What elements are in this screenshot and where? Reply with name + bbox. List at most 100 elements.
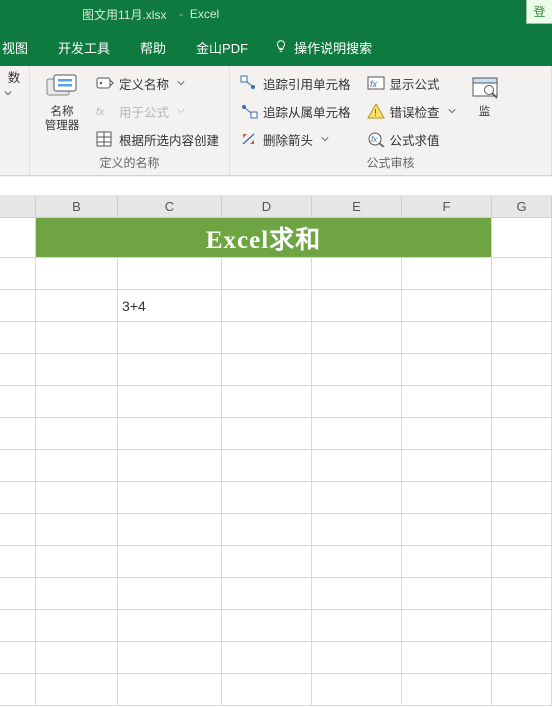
chevron-down-icon[interactable]: [176, 78, 186, 88]
trace-precedents-button[interactable]: 追踪引用单元格: [236, 70, 355, 96]
cell[interactable]: [222, 450, 312, 482]
cell[interactable]: [118, 354, 222, 386]
cell[interactable]: [222, 578, 312, 610]
watch-window-button[interactable]: 监: [469, 70, 501, 152]
column-header-C[interactable]: C: [118, 196, 222, 218]
cell[interactable]: [222, 610, 312, 642]
cell[interactable]: [222, 354, 312, 386]
column-header-D[interactable]: D: [222, 196, 312, 218]
cell[interactable]: [312, 354, 402, 386]
cell[interactable]: [0, 218, 36, 258]
tell-me-search[interactable]: 操作说明搜索: [274, 38, 372, 57]
cell[interactable]: [0, 610, 36, 642]
cell[interactable]: [222, 258, 312, 290]
cell[interactable]: [492, 418, 552, 450]
cell[interactable]: [312, 610, 402, 642]
cell[interactable]: [222, 386, 312, 418]
show-formulas-button[interactable]: fx 显示公式: [363, 70, 461, 96]
cell[interactable]: [36, 450, 118, 482]
cell[interactable]: [492, 258, 552, 290]
cell[interactable]: [118, 514, 222, 546]
cell[interactable]: [492, 482, 552, 514]
cell[interactable]: [118, 642, 222, 674]
cell[interactable]: [0, 290, 36, 322]
cell[interactable]: [312, 674, 402, 706]
cell[interactable]: [36, 258, 118, 290]
cell[interactable]: [222, 482, 312, 514]
cell[interactable]: [402, 546, 492, 578]
cell[interactable]: [0, 354, 36, 386]
remove-arrows-button[interactable]: 删除箭头: [236, 126, 355, 152]
cell[interactable]: [222, 642, 312, 674]
define-name-button[interactable]: 定义名称: [92, 70, 223, 96]
signin-badge[interactable]: 登: [526, 0, 552, 24]
tab-developer[interactable]: 开发工具: [54, 30, 114, 65]
cell[interactable]: [222, 290, 312, 322]
cell[interactable]: [312, 258, 402, 290]
cell[interactable]: [402, 354, 492, 386]
cell[interactable]: [402, 482, 492, 514]
chevron-down-icon[interactable]: [3, 88, 13, 98]
column-header-B[interactable]: B: [36, 196, 118, 218]
cell[interactable]: [36, 322, 118, 354]
cell[interactable]: [312, 482, 402, 514]
cell[interactable]: [118, 418, 222, 450]
cell[interactable]: [118, 610, 222, 642]
cell[interactable]: [36, 354, 118, 386]
name-manager-button[interactable]: 名称 管理器: [36, 70, 88, 152]
cell[interactable]: [0, 578, 36, 610]
tab-help[interactable]: 帮助: [136, 30, 170, 65]
cell[interactable]: [0, 482, 36, 514]
cell[interactable]: [36, 610, 118, 642]
cell[interactable]: [118, 674, 222, 706]
cell[interactable]: [492, 578, 552, 610]
cell[interactable]: [0, 514, 36, 546]
cell[interactable]: [492, 322, 552, 354]
cell[interactable]: [492, 450, 552, 482]
cell[interactable]: [402, 450, 492, 482]
cell[interactable]: [0, 418, 36, 450]
column-header-G[interactable]: G: [492, 196, 552, 218]
cell[interactable]: [118, 258, 222, 290]
cell[interactable]: [312, 642, 402, 674]
cell[interactable]: [36, 418, 118, 450]
cell[interactable]: [36, 514, 118, 546]
cell[interactable]: [492, 642, 552, 674]
trace-dependents-button[interactable]: 追踪从属单元格: [236, 98, 355, 124]
cell[interactable]: [312, 578, 402, 610]
cell[interactable]: [402, 610, 492, 642]
cell[interactable]: [402, 322, 492, 354]
cell[interactable]: [312, 290, 402, 322]
cell[interactable]: Excel求和: [36, 218, 492, 258]
cell[interactable]: [492, 218, 552, 258]
cell[interactable]: [402, 578, 492, 610]
cell[interactable]: [492, 514, 552, 546]
cell[interactable]: [36, 482, 118, 514]
cell[interactable]: [118, 386, 222, 418]
cell[interactable]: [36, 642, 118, 674]
column-header-E[interactable]: E: [312, 196, 402, 218]
cell[interactable]: [222, 674, 312, 706]
cell[interactable]: [118, 482, 222, 514]
cell[interactable]: [312, 546, 402, 578]
cell[interactable]: [118, 450, 222, 482]
cell[interactable]: [222, 514, 312, 546]
cell[interactable]: [402, 642, 492, 674]
cell[interactable]: [312, 514, 402, 546]
column-header-gutter[interactable]: [0, 196, 36, 218]
cell[interactable]: [0, 546, 36, 578]
cell[interactable]: [118, 546, 222, 578]
cell[interactable]: [118, 322, 222, 354]
error-checking-button[interactable]: ! 错误检查: [363, 98, 461, 124]
cell[interactable]: [402, 418, 492, 450]
tab-jinshan-pdf[interactable]: 金山PDF: [192, 30, 252, 65]
cell[interactable]: [492, 354, 552, 386]
cell[interactable]: [402, 514, 492, 546]
cell[interactable]: [312, 322, 402, 354]
formula-bar[interactable]: [0, 176, 552, 196]
cell[interactable]: [312, 418, 402, 450]
cell[interactable]: [222, 418, 312, 450]
tab-view[interactable]: 视图: [0, 30, 32, 65]
cell[interactable]: [36, 386, 118, 418]
cell[interactable]: [402, 386, 492, 418]
